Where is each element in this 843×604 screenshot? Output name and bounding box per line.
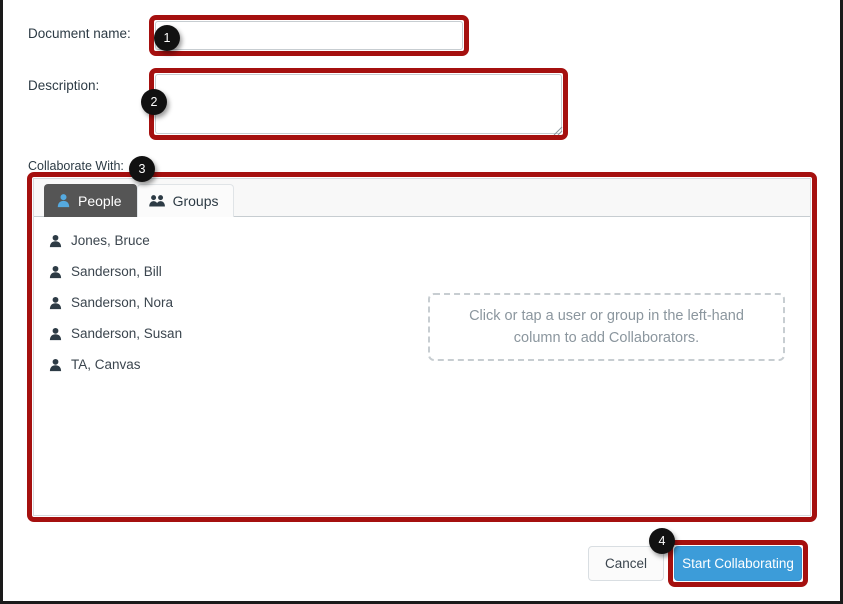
person-name: Sanderson, Bill bbox=[71, 264, 162, 279]
list-item[interactable]: Sanderson, Susan bbox=[34, 318, 424, 349]
list-item[interactable]: Sanderson, Nora bbox=[34, 287, 424, 318]
person-icon bbox=[57, 194, 70, 208]
list-item[interactable]: TA, Canvas bbox=[34, 349, 424, 380]
list-item[interactable]: Jones, Bruce bbox=[34, 225, 424, 256]
collaborators-drop-area[interactable]: Click or tap a user or group in the left… bbox=[428, 293, 785, 361]
person-name: Sanderson, Nora bbox=[71, 295, 174, 310]
annotation-badge-3: 3 bbox=[129, 156, 155, 182]
person-icon bbox=[49, 234, 62, 247]
description-textarea[interactable] bbox=[155, 74, 562, 134]
drop-hint-line-2: column to add Collaborators. bbox=[513, 330, 700, 346]
tab-people[interactable]: People bbox=[44, 184, 137, 217]
collaborator-panel-body: Jones, Bruce Sanderson, Bill Sanderson, … bbox=[34, 217, 810, 515]
person-name: Jones, Bruce bbox=[71, 233, 150, 248]
collaborator-tabstrip: People Groups bbox=[34, 179, 810, 217]
collaboration-form-page: Document name: 1 Description: 2 Collabor… bbox=[0, 0, 843, 604]
cancel-button[interactable]: Cancel bbox=[588, 546, 664, 581]
document-name-label: Document name: bbox=[28, 26, 131, 41]
person-icon bbox=[49, 296, 62, 309]
tab-people-label: People bbox=[78, 193, 122, 209]
person-icon bbox=[49, 265, 62, 278]
annotation-badge-1: 1 bbox=[154, 25, 180, 51]
annotation-badge-2: 2 bbox=[141, 89, 167, 115]
drop-hint-line-1: Click or tap a user or group in the left… bbox=[469, 307, 744, 324]
person-name: TA, Canvas bbox=[71, 357, 141, 372]
person-icon bbox=[49, 327, 62, 340]
group-icon bbox=[148, 195, 165, 207]
annotation-badge-4: 4 bbox=[649, 528, 675, 554]
person-icon bbox=[49, 358, 62, 371]
collaborate-panel: People Groups Jones, Bruce Sanderson, Bi… bbox=[33, 178, 811, 516]
start-collaborating-button[interactable]: Start Collaborating bbox=[674, 546, 802, 581]
document-name-input[interactable] bbox=[155, 21, 463, 50]
person-name: Sanderson, Susan bbox=[71, 326, 183, 341]
people-list: Jones, Bruce Sanderson, Bill Sanderson, … bbox=[34, 217, 424, 380]
list-item[interactable]: Sanderson, Bill bbox=[34, 256, 424, 287]
description-label: Description: bbox=[28, 78, 100, 93]
collaborate-with-label: Collaborate With: bbox=[28, 159, 124, 173]
tab-groups-label: Groups bbox=[172, 193, 219, 209]
tab-groups[interactable]: Groups bbox=[136, 184, 234, 217]
